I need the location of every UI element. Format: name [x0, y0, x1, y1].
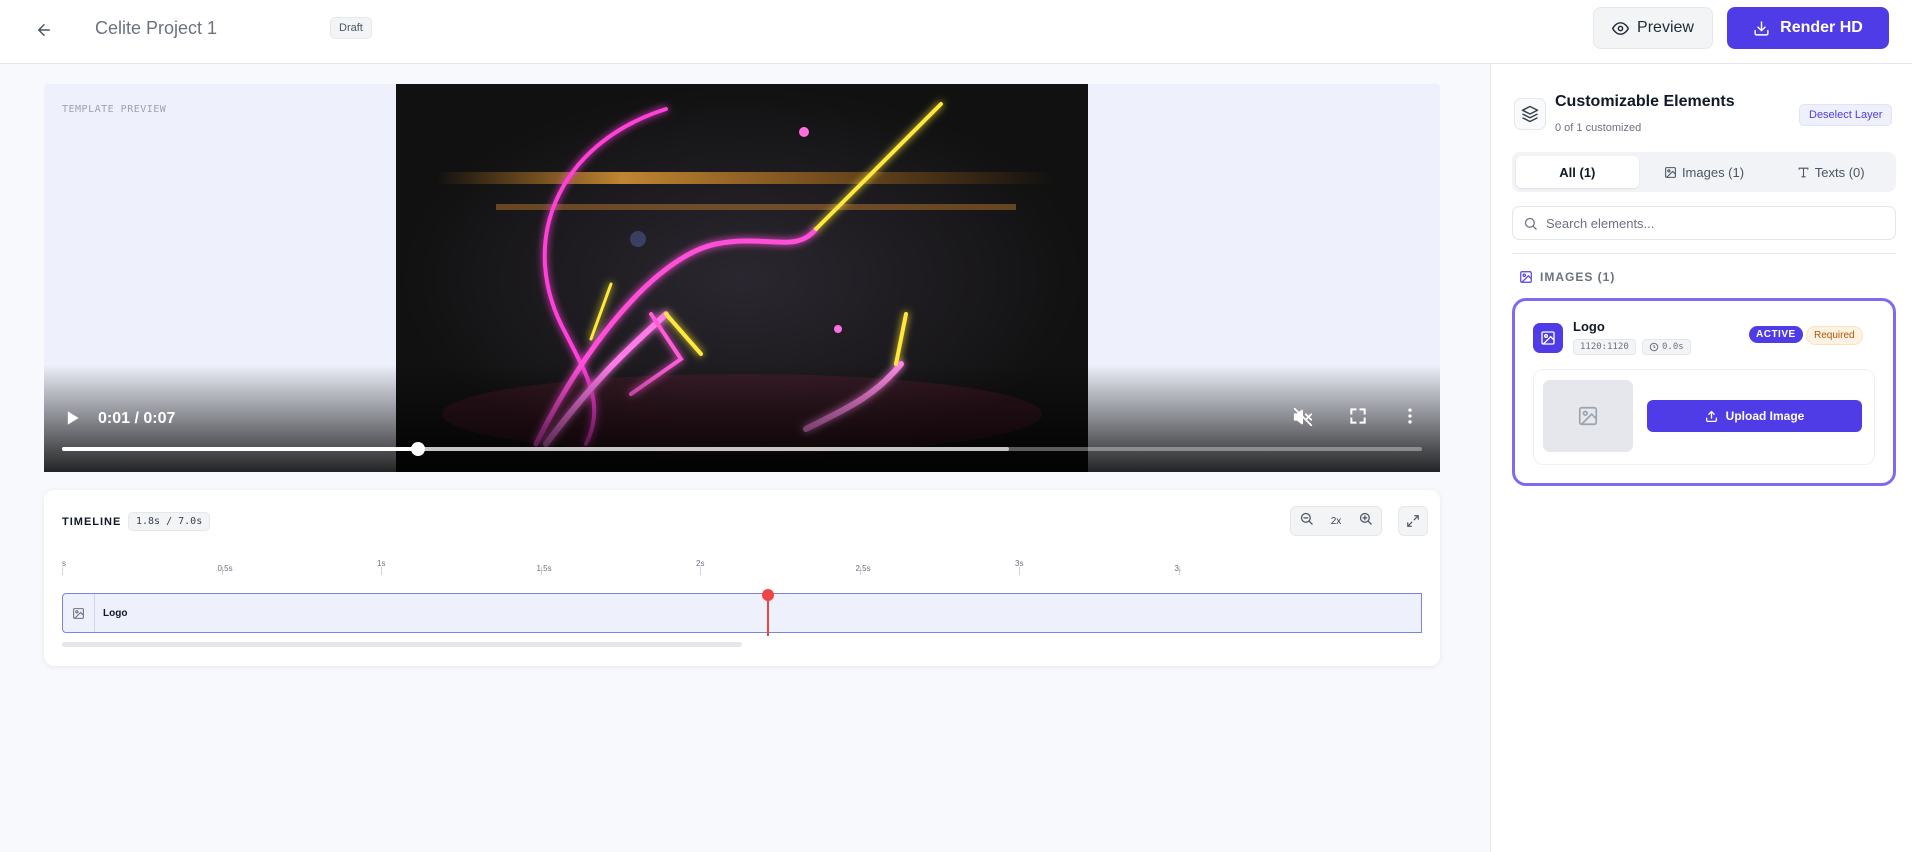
layers-icon	[1514, 98, 1546, 130]
tab-images-label: Images (1)	[1681, 164, 1745, 180]
ruler-tick	[62, 567, 63, 575]
search-box	[1512, 206, 1896, 240]
section-title: IMAGES (1)	[1540, 270, 1616, 284]
clock-icon	[1649, 342, 1659, 352]
tab-texts[interactable]: Texts (0)	[1769, 156, 1892, 188]
top-bar: Celite Project 1 Draft Preview Render HD	[0, 0, 1912, 64]
dimensions-value: 1120:1120	[1580, 342, 1629, 352]
search-icon	[1524, 217, 1537, 230]
timeline-time-display: 1.8s / 7.0s	[128, 512, 211, 531]
playhead-line	[767, 598, 769, 636]
panel-title: Customizable Elements	[1555, 93, 1735, 110]
tab-all[interactable]: All (1)	[1516, 156, 1639, 188]
playhead-handle[interactable]	[762, 589, 774, 601]
upload-icon	[1705, 410, 1717, 422]
tab-images[interactable]: Images (1)	[1643, 156, 1766, 188]
project-title[interactable]: Celite Project 1	[95, 18, 217, 39]
eye-icon	[1612, 21, 1630, 35]
ruler-tick	[700, 567, 701, 575]
customizable-elements-panel: Customizable Elements 0 of 1 customized …	[1490, 64, 1912, 852]
render-button-label: Render HD	[1780, 19, 1863, 36]
zoom-in-icon[interactable]	[1358, 511, 1373, 531]
timeline-panel: TIMELINE 1.8s / 7.0s 2x s 0.5s 1s 1.5s 2s 2.5…	[44, 490, 1440, 666]
fullscreen-icon[interactable]	[1348, 406, 1372, 430]
search-input[interactable]	[1546, 215, 1876, 231]
ruler-label: 2.5s	[855, 564, 871, 573]
track-label: Logo	[103, 608, 128, 619]
image-icon	[1665, 166, 1676, 178]
duration-value: 0.0s	[1662, 342, 1684, 352]
duration-chip: 0.0s	[1642, 339, 1691, 355]
ruler-tick	[381, 567, 382, 575]
tab-texts-label: Texts (0)	[1814, 164, 1865, 180]
status-badge: Draft	[330, 17, 372, 39]
upload-image-button[interactable]: Upload Image	[1647, 400, 1862, 432]
image-icon	[1533, 323, 1563, 353]
ruler-label: s	[62, 559, 66, 568]
deselect-layer-button[interactable]: Deselect Layer	[1799, 104, 1893, 126]
expand-icon[interactable]	[1398, 506, 1428, 536]
images-section-header: IMAGES (1)	[1519, 270, 1615, 284]
required-badge: Required	[1806, 326, 1863, 345]
timeline-track-logo[interactable]: Logo	[62, 593, 1422, 633]
image-icon	[63, 594, 95, 632]
video-time-display: 0:01 / 0:07	[98, 410, 176, 427]
ruler-label: 1.5s	[536, 564, 552, 573]
upload-area: Upload Image	[1533, 369, 1875, 465]
element-title: Logo	[1573, 319, 1605, 334]
video-controls-overlay	[44, 364, 1440, 472]
zoom-control: 2x	[1290, 506, 1382, 536]
zoom-level: 2x	[1330, 515, 1342, 527]
ruler-label: 2s	[696, 559, 705, 568]
more-options-icon[interactable]	[1400, 406, 1424, 430]
video-seek-bar[interactable]	[62, 442, 1422, 456]
zoom-out-icon[interactable]	[1299, 511, 1314, 531]
render-hd-button[interactable]: Render HD	[1727, 7, 1889, 49]
filter-tabs: All (1) Images (1) Texts (0)	[1512, 152, 1896, 192]
ruler-label: 3s	[1015, 559, 1024, 568]
timeline-title: TIMELINE	[62, 516, 122, 528]
ruler-label: 0.5s	[217, 564, 233, 573]
customized-count: 0 of 1 customized	[1555, 122, 1642, 134]
mute-icon[interactable]	[1292, 406, 1316, 430]
image-placeholder-icon	[1578, 406, 1598, 426]
download-icon	[1754, 20, 1769, 36]
ruler-label: 3.	[1174, 564, 1182, 573]
image-icon	[1520, 271, 1532, 283]
active-badge: ACTIVE	[1749, 326, 1803, 343]
image-placeholder	[1543, 380, 1633, 452]
timeline-scrollbar[interactable]	[62, 642, 742, 647]
text-icon	[1798, 167, 1809, 177]
video-player[interactable]: TEMPLATE PREVIEW 0:01 / 0:07	[44, 84, 1440, 472]
back-arrow-icon[interactable]	[28, 14, 60, 46]
played-range	[62, 447, 419, 451]
preview-button[interactable]: Preview	[1593, 7, 1713, 49]
dimensions-chip: 1120:1120	[1573, 339, 1636, 355]
play-icon[interactable]	[62, 408, 82, 428]
divider	[1512, 253, 1896, 254]
ruler-tick	[1019, 567, 1020, 575]
preview-button-label: Preview	[1637, 19, 1694, 36]
element-card-logo[interactable]: Logo 1120:1120 0.0s ACTIVE Required Uplo…	[1512, 298, 1896, 486]
tab-all-label: All (1)	[1559, 164, 1596, 180]
template-preview-label: TEMPLATE PREVIEW	[62, 104, 167, 115]
upload-button-label: Upload Image	[1725, 409, 1805, 423]
ruler-label: 1s	[377, 559, 386, 568]
